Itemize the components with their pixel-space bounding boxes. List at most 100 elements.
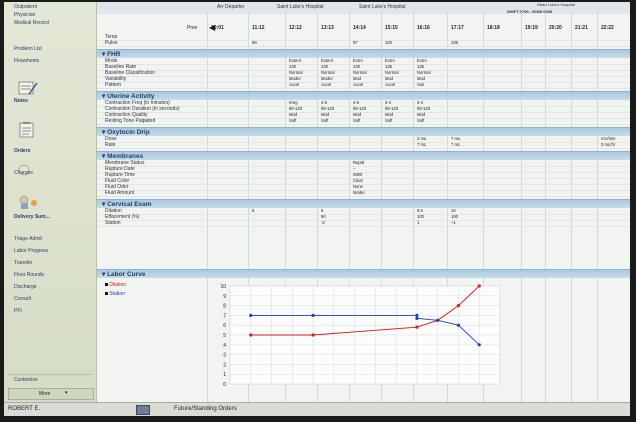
row-cell[interactable]: Soft: [385, 118, 392, 123]
row-cell[interactable]: Soft: [353, 118, 360, 123]
prev-label[interactable]: Prev: [187, 25, 197, 31]
row-cell[interactable]: Normal: [385, 70, 399, 75]
row-cell[interactable]: Mod: [321, 112, 329, 117]
row-cell[interactable]: 100: [451, 214, 458, 219]
row-cell[interactable]: 97: [353, 40, 358, 45]
row-cell[interactable]: Moder: [353, 190, 365, 195]
row-cell[interactable]: 6: [321, 208, 323, 213]
flowsheet-row[interactable]: Station -2 1 +1: [97, 220, 630, 227]
row-cell[interactable]: Ruptd: [353, 160, 364, 165]
nav-link-problem-list[interactable]: Problem List: [14, 46, 42, 52]
row-cell[interactable]: 130: [353, 64, 360, 69]
row-cell[interactable]: Soft: [417, 118, 424, 123]
row-cell[interactable]: Mod: [353, 112, 361, 117]
row-cell[interactable]: 7 mL: [451, 142, 460, 147]
section-header[interactable]: ▾ Oxytocin Drip: [97, 127, 630, 136]
row-cell[interactable]: 7 mL: [417, 142, 426, 147]
row-cell[interactable]: Extrn: [353, 58, 363, 63]
row-cell[interactable]: 90-120: [289, 106, 302, 111]
nav-link-labor-progress[interactable]: Labor Progress: [14, 248, 48, 254]
row-cell[interactable]: 3-4: [417, 100, 423, 105]
row-cell[interactable]: 3-4: [385, 100, 391, 105]
nav-link-transfer[interactable]: Transfer: [14, 260, 32, 266]
row-cell[interactable]: 2 mu: [417, 136, 426, 141]
row-cell[interactable]: Accel: [289, 82, 299, 87]
time-column-header[interactable]: 17:17: [451, 25, 464, 31]
row-cell[interactable]: Extern: [289, 58, 301, 63]
time-column-header[interactable]: 11:12: [252, 25, 265, 31]
row-cell[interactable]: 90-120: [321, 106, 334, 111]
row-cell[interactable]: Normal: [353, 70, 367, 75]
time-column-header[interactable]: 21:21: [575, 25, 588, 31]
time-column-header[interactable]: 12:12: [289, 25, 302, 31]
time-column-header[interactable]: 19:19: [525, 25, 538, 31]
section-header[interactable]: ▾ Cervical Exam: [97, 199, 630, 208]
row-cell[interactable]: Extern: [321, 58, 333, 63]
row-cell[interactable]: 90-120: [385, 106, 398, 111]
row-cell[interactable]: Mod: [353, 76, 361, 81]
nav-link-medical-record[interactable]: Medical Record: [14, 20, 49, 26]
row-cell[interactable]: 130: [321, 64, 328, 69]
flowsheet-row[interactable]: Pattern Accel Accel Accel Accel Vari: [97, 82, 630, 89]
nav-link-triage-admit[interactable]: Triage Admit: [14, 236, 42, 242]
row-cell[interactable]: Normal: [289, 70, 303, 75]
row-cell[interactable]: Irreg: [289, 100, 298, 105]
row-cell[interactable]: Extrn: [385, 58, 395, 63]
row-cell[interactable]: Mod: [417, 76, 425, 81]
row-cell[interactable]: 135: [417, 64, 424, 69]
nav-label-orders[interactable]: Orders: [14, 148, 30, 154]
notes-icon[interactable]: [16, 80, 40, 96]
row-cell[interactable]: 0 mL/hr: [601, 142, 615, 147]
nav-label-charges[interactable]: Charges: [14, 170, 33, 176]
row-cell[interactable]: Moder: [321, 76, 333, 81]
time-column-header[interactable]: 20:20: [549, 25, 562, 31]
row-cell[interactable]: Soft: [289, 118, 296, 123]
row-cell[interactable]: Accel: [353, 82, 363, 87]
row-cell[interactable]: Accel: [321, 82, 331, 87]
nav-label-delivery-summary[interactable]: Delivery Sum...: [14, 214, 50, 220]
flowsheet-row[interactable]: Fluid Amount Moder: [97, 190, 630, 197]
customize-row[interactable]: Customize: [8, 374, 92, 385]
row-cell[interactable]: +1: [451, 220, 456, 225]
time-column-header[interactable]: 22:22: [601, 25, 614, 31]
row-cell[interactable]: Mod: [385, 112, 393, 117]
nav-link-flowsheets[interactable]: Flowsheets: [14, 58, 39, 64]
row-cell[interactable]: Mod: [385, 76, 393, 81]
nav-link-outpatient[interactable]: Outpatient: [14, 4, 37, 10]
row-cell[interactable]: 60-120: [417, 106, 430, 111]
section-header[interactable]: ▾ FHR: [97, 49, 630, 58]
time-column-header[interactable]: 14:14: [353, 25, 366, 31]
nav-label-notes[interactable]: Notes: [14, 98, 28, 104]
row-cell[interactable]: Accel: [385, 82, 395, 87]
row-cell[interactable]: 130: [289, 64, 296, 69]
customize-link[interactable]: Customize: [14, 377, 38, 383]
row-cell[interactable]: 0800: [353, 172, 362, 177]
orders-icon[interactable]: [16, 122, 40, 138]
row-cell[interactable]: 4-5: [353, 100, 359, 105]
row-cell[interactable]: Mod: [289, 112, 297, 117]
row-cell[interactable]: Vari: [417, 82, 424, 87]
section-header-labor-curve[interactable]: ▾ Labor Curve: [97, 269, 630, 278]
row-cell[interactable]: 89: [252, 40, 257, 45]
row-cell[interactable]: 6.5: [417, 208, 423, 213]
time-column-header[interactable]: 10:01: [211, 25, 224, 31]
time-column-header[interactable]: 15:15: [385, 25, 398, 31]
flowsheet-row[interactable]: Resting Tone Palpated Soft Soft Soft Soft Sof…: [97, 118, 630, 125]
row-cell[interactable]: Extrn: [417, 58, 427, 63]
row-cell[interactable]: Normal: [417, 70, 431, 75]
time-column-header[interactable]: 16:16: [417, 25, 430, 31]
row-cell[interactable]: 100: [417, 214, 424, 219]
nav-link-pfi[interactable]: PFI: [14, 308, 22, 314]
nav-link-consult[interactable]: Consult: [14, 296, 31, 302]
row-cell[interactable]: Moder: [289, 76, 301, 81]
row-cell[interactable]: 90: [321, 214, 326, 219]
row-cell[interactable]: 105: [451, 40, 458, 45]
nav-link-discharge[interactable]: Discharge: [14, 284, 37, 290]
nav-link-floor-rounds[interactable]: Floor Rounds: [14, 272, 44, 278]
row-cell[interactable]: mU/min: [601, 136, 615, 141]
row-cell[interactable]: --: [353, 166, 356, 171]
row-cell[interactable]: 100: [385, 40, 392, 45]
row-cell[interactable]: -2: [321, 220, 325, 225]
row-cell[interactable]: 10: [451, 208, 456, 213]
flowsheet-row[interactable]: Pulse 89 97 100 105: [97, 40, 630, 47]
